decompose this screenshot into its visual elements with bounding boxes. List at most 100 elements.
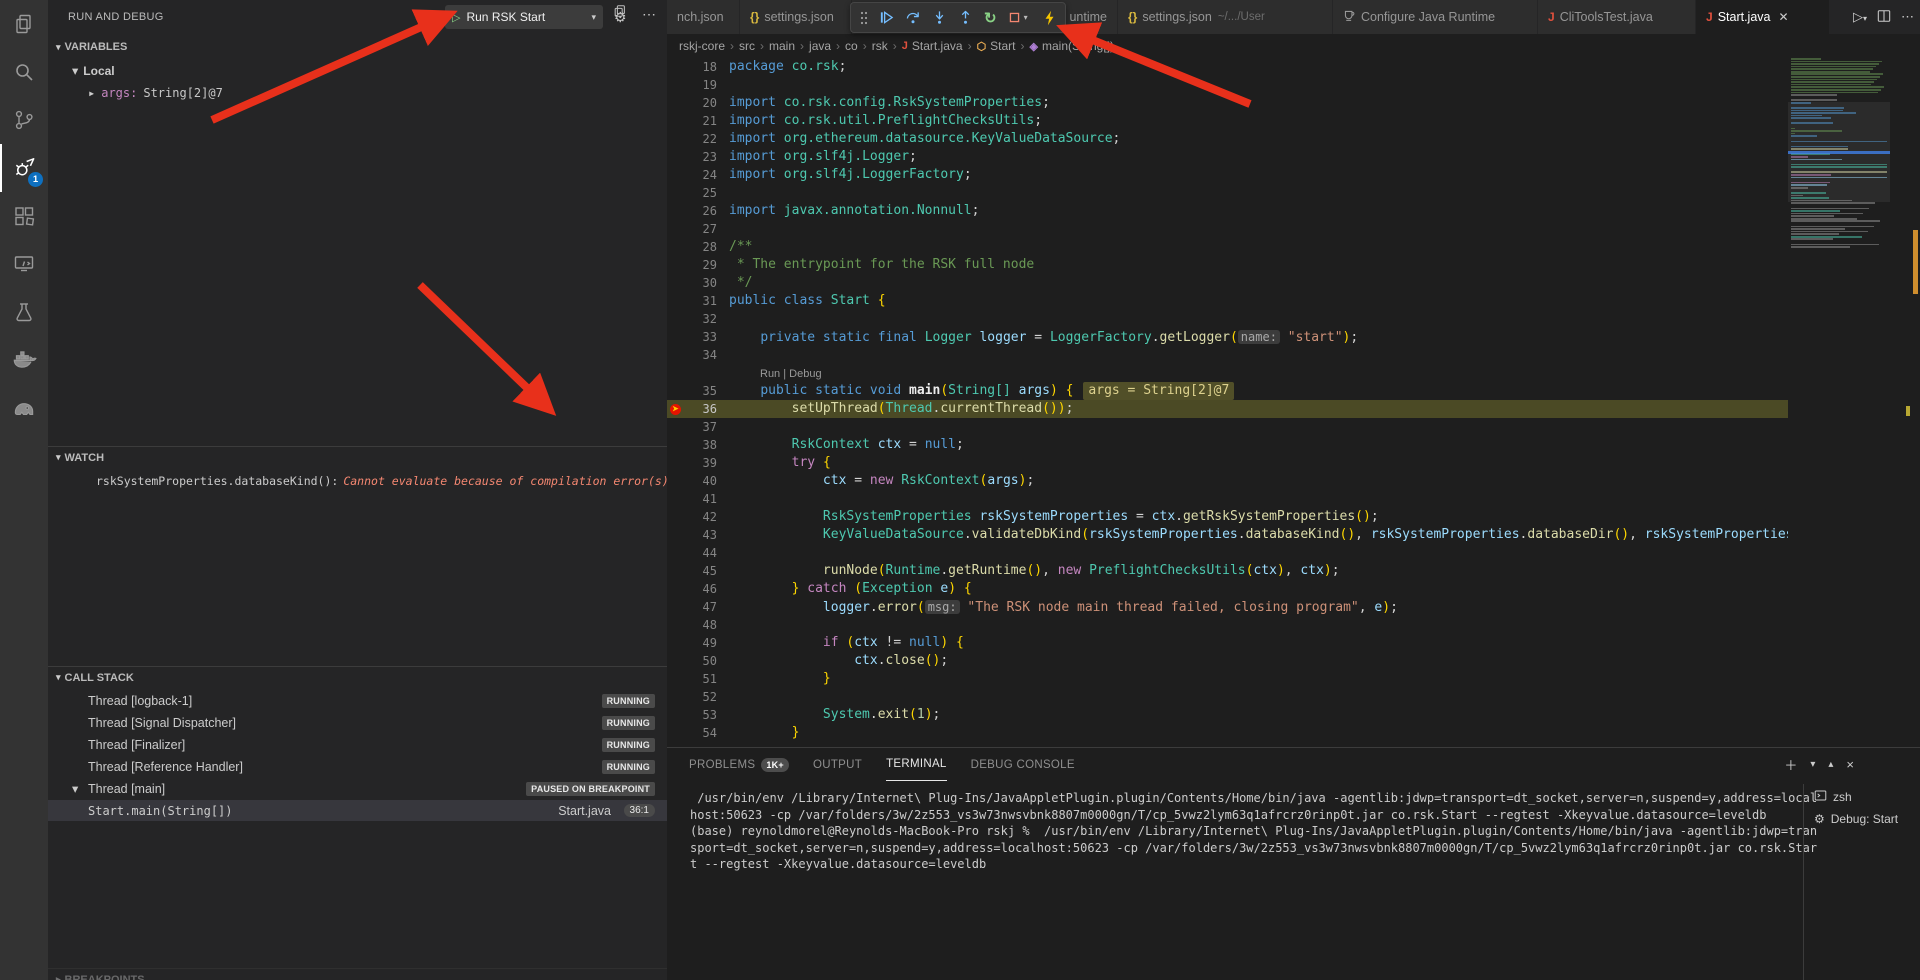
- tab-settings-json[interactable]: {}settings.json~/.../User: [1118, 0, 1333, 34]
- drag-grip-icon[interactable]: [860, 10, 868, 26]
- extensions-icon[interactable]: [0, 192, 48, 240]
- overview-ruler[interactable]: [1890, 34, 1920, 747]
- new-terminal-icon[interactable]: ＋: [1784, 755, 1797, 774]
- restart-icon[interactable]: ↻: [984, 9, 997, 27]
- line-number[interactable]: 27: [667, 220, 717, 238]
- line-number[interactable]: 44: [667, 544, 717, 562]
- more-actions-icon[interactable]: ⋯: [1901, 9, 1914, 25]
- line-number[interactable]: 23: [667, 148, 717, 166]
- step-into-icon[interactable]: [932, 10, 947, 25]
- breadcrumb-folder[interactable]: java: [809, 39, 831, 53]
- variables-scope-local[interactable]: ▾ Local: [48, 60, 667, 81]
- terminal-instance-debug-start[interactable]: ⚙Debug: Start: [1804, 808, 1920, 830]
- line-number[interactable]: 36: [667, 400, 717, 418]
- variable-args-row[interactable]: ▸ args: String[2]@7: [48, 82, 667, 103]
- testing-icon[interactable]: [0, 288, 48, 336]
- breakpoints-section-header[interactable]: ▸ BREAKPOINTS: [48, 968, 667, 980]
- line-number[interactable]: 54: [667, 724, 717, 742]
- close-panel-icon[interactable]: ×: [1846, 757, 1854, 772]
- line-number[interactable]: 21: [667, 112, 717, 130]
- line-number[interactable]: 20: [667, 94, 717, 112]
- line-number[interactable]: 43: [667, 526, 717, 544]
- continue-icon[interactable]: [879, 10, 894, 25]
- thread-row[interactable]: ▾Thread [main]PAUSED ON BREAKPOINT: [48, 778, 667, 799]
- line-number[interactable]: 47: [667, 598, 717, 616]
- line-number[interactable]: 49: [667, 634, 717, 652]
- line-number[interactable]: 31: [667, 292, 717, 310]
- line-number[interactable]: 34: [667, 346, 717, 364]
- step-out-icon[interactable]: [958, 10, 973, 25]
- maximize-panel-icon[interactable]: ▴: [1828, 759, 1833, 770]
- variables-section-header[interactable]: ▾ VARIABLES: [48, 36, 667, 58]
- line-number[interactable]: 32: [667, 310, 717, 328]
- stop-icon[interactable]: [1008, 11, 1021, 24]
- code-editor[interactable]: 18package co.rsk;1920import co.rsk.confi…: [667, 58, 1788, 747]
- explorer-icon[interactable]: [0, 0, 48, 48]
- terminal-output[interactable]: /usr/bin/env /Library/Internet\ Plug-Ins…: [690, 790, 1790, 873]
- tab-clitoolstest-java[interactable]: JCliToolsTest.java: [1538, 0, 1696, 34]
- line-number[interactable]: 28: [667, 238, 717, 256]
- run-java-button[interactable]: ▷▾: [1853, 9, 1867, 25]
- thread-row[interactable]: Thread [Signal Dispatcher]RUNNING: [48, 712, 667, 733]
- breadcrumb-method[interactable]: main(String[]): [1042, 39, 1114, 53]
- line-number[interactable]: 53: [667, 706, 717, 724]
- breadcrumb-file[interactable]: Start.java: [912, 39, 963, 53]
- line-number[interactable]: 19: [667, 76, 717, 94]
- tab-settings-json[interactable]: {}settings.json: [740, 0, 852, 34]
- docker-icon[interactable]: [0, 336, 48, 384]
- watch-section-header[interactable]: ▾ WATCH: [48, 446, 667, 468]
- remote-explorer-icon[interactable]: [0, 240, 48, 288]
- line-number[interactable]: 40: [667, 472, 717, 490]
- panel-tab-output[interactable]: OUTPUT: [813, 748, 862, 781]
- run-config-dropdown[interactable]: ▷ Run RSK Start ▾: [445, 5, 603, 29]
- codelens-run-debug[interactable]: Run | Debug: [760, 365, 822, 383]
- line-number[interactable]: 26: [667, 202, 717, 220]
- thread-row[interactable]: Thread [Finalizer]RUNNING: [48, 734, 667, 755]
- gradle-icon[interactable]: [0, 384, 48, 432]
- line-number[interactable]: 48: [667, 616, 717, 634]
- breadcrumb-folder[interactable]: rskj-core: [679, 39, 725, 53]
- breadcrumb-folder[interactable]: src: [739, 39, 755, 53]
- line-number[interactable]: 38: [667, 436, 717, 454]
- line-number[interactable]: 24: [667, 166, 717, 184]
- line-number[interactable]: 41: [667, 490, 717, 508]
- copy-icon[interactable]: [613, 4, 627, 23]
- search-icon[interactable]: [0, 48, 48, 96]
- watch-expression-row[interactable]: rskSystemProperties.databaseKind(): Cann…: [48, 470, 667, 491]
- breadcrumb-folder[interactable]: co: [845, 39, 858, 53]
- panel-tab-problems[interactable]: PROBLEMS1K+: [689, 748, 789, 781]
- minimap[interactable]: [1788, 58, 1890, 747]
- tab-nch-json[interactable]: nch.json: [667, 0, 740, 34]
- panel-tab-terminal[interactable]: TERMINAL: [886, 748, 947, 781]
- line-number[interactable]: 51: [667, 670, 717, 688]
- line-number[interactable]: 37: [667, 418, 717, 436]
- split-editor-icon[interactable]: [1877, 9, 1891, 26]
- step-over-icon[interactable]: [905, 10, 921, 25]
- line-number[interactable]: 42: [667, 508, 717, 526]
- thread-row[interactable]: Thread [logback-1]RUNNING: [48, 690, 667, 711]
- line-number[interactable]: 45: [667, 562, 717, 580]
- line-number[interactable]: 18: [667, 58, 717, 76]
- panel-tab-debug-console[interactable]: DEBUG CONSOLE: [971, 748, 1075, 781]
- call-stack-section-header[interactable]: ▾ CALL STACK: [48, 666, 667, 688]
- tab-configure-java-runtime[interactable]: Configure Java Runtime: [1333, 0, 1538, 34]
- breadcrumb-folder[interactable]: rsk: [872, 39, 888, 53]
- line-number[interactable]: 33: [667, 328, 717, 346]
- line-number[interactable]: 50: [667, 652, 717, 670]
- stack-frame-row[interactable]: Start.main(String[]) Start.java 36:1: [48, 800, 667, 821]
- line-number[interactable]: 46: [667, 580, 717, 598]
- thread-row[interactable]: Thread [Reference Handler]RUNNING: [48, 756, 667, 777]
- chevron-down-icon[interactable]: ▾: [1810, 759, 1815, 770]
- line-number[interactable]: 25: [667, 184, 717, 202]
- run-debug-icon[interactable]: 1: [0, 144, 48, 192]
- breadcrumb-folder[interactable]: main: [769, 39, 795, 53]
- line-number[interactable]: 35: [667, 382, 717, 400]
- close-icon[interactable]: ✕: [1779, 10, 1789, 24]
- terminal-instance-zsh[interactable]: zsh: [1804, 786, 1920, 808]
- hot-code-replace-icon[interactable]: [1043, 10, 1056, 26]
- tab-start-java[interactable]: JStart.java✕: [1696, 0, 1830, 34]
- line-number[interactable]: 52: [667, 688, 717, 706]
- line-number[interactable]: 39: [667, 454, 717, 472]
- source-control-icon[interactable]: [0, 96, 48, 144]
- line-number[interactable]: 30: [667, 274, 717, 292]
